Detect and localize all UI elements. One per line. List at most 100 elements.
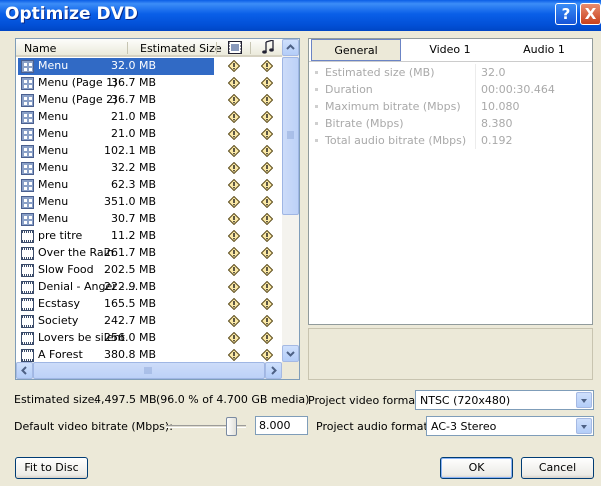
- tab-label: Video 1: [429, 43, 471, 56]
- scroll-thumb[interactable]: [282, 57, 299, 215]
- divider: [475, 64, 476, 81]
- movie-icon: [21, 264, 34, 277]
- warning-icon[interactable]: [228, 94, 240, 106]
- close-button[interactable]: X: [580, 3, 601, 25]
- warning-icon[interactable]: [228, 162, 240, 174]
- warning-icon[interactable]: [261, 281, 273, 293]
- fit-to-disc-button[interactable]: Fit to Disc: [15, 457, 88, 479]
- item-name: Menu: [38, 178, 69, 191]
- property-row: Bitrate (Mbps) 8.380: [311, 115, 592, 132]
- property-grid: Estimated size (MB) 32.0 Duration 00:00:30…: [311, 64, 592, 149]
- warning-icon[interactable]: [261, 349, 273, 361]
- list-item[interactable]: Menu (Page 1) 36.7 MB: [16, 75, 282, 92]
- list-item[interactable]: Menu 351.0 MB: [16, 194, 282, 211]
- item-name: A Forest: [38, 348, 83, 361]
- audio-format-dropdown[interactable]: AC-3 Stereo: [426, 416, 594, 436]
- list-item[interactable]: pre titre 11.2 MB: [16, 228, 282, 245]
- warning-icon[interactable]: [228, 179, 240, 191]
- column-divider[interactable]: [216, 42, 217, 54]
- warning-icon[interactable]: [228, 247, 240, 259]
- warning-icon[interactable]: [261, 315, 273, 327]
- list-item[interactable]: Society 242.7 MB: [16, 313, 282, 330]
- property-label: Estimated size (MB): [325, 66, 435, 79]
- chevron-down-icon[interactable]: [576, 418, 592, 434]
- horizontal-scrollbar[interactable]: [16, 362, 282, 379]
- close-icon: X: [584, 5, 597, 23]
- warning-icon[interactable]: [261, 77, 273, 89]
- warning-icon[interactable]: [261, 230, 273, 242]
- warning-icon[interactable]: [261, 247, 273, 259]
- list-item[interactable]: Menu 102.1 MB: [16, 143, 282, 160]
- warning-icon[interactable]: [228, 349, 240, 361]
- bitrate-slider-thumb[interactable]: [226, 417, 237, 436]
- warning-icon[interactable]: [261, 162, 273, 174]
- column-divider[interactable]: [127, 42, 128, 54]
- warning-icon[interactable]: [261, 213, 273, 225]
- list-item[interactable]: Ecstasy 165.5 MB: [16, 296, 282, 313]
- warning-icon[interactable]: [261, 128, 273, 140]
- tab-general[interactable]: General: [311, 39, 401, 61]
- warning-icon[interactable]: [228, 298, 240, 310]
- help-button[interactable]: ?: [555, 3, 577, 25]
- item-list[interactable]: Name Estimated Size Menu 32.0 MB Menu (Pag…: [15, 38, 300, 380]
- column-divider[interactable]: [250, 42, 251, 54]
- warning-icon[interactable]: [261, 60, 273, 72]
- warning-icon[interactable]: [228, 315, 240, 327]
- warning-icon[interactable]: [261, 145, 273, 157]
- music-note-icon[interactable]: [262, 39, 274, 57]
- list-item[interactable]: Menu 62.3 MB: [16, 177, 282, 194]
- film-icon[interactable]: [228, 41, 242, 57]
- ok-button[interactable]: OK: [440, 457, 513, 479]
- bitrate-input[interactable]: 8.000: [255, 416, 308, 435]
- list-item[interactable]: Menu 32.0 MB: [16, 58, 282, 75]
- movie-icon: [21, 332, 34, 345]
- item-name: Menu: [38, 195, 69, 208]
- warning-icon[interactable]: [261, 264, 273, 276]
- warning-icon[interactable]: [228, 60, 240, 72]
- warning-icon[interactable]: [228, 264, 240, 276]
- column-header-size[interactable]: Estimated Size: [140, 42, 222, 55]
- tab-video-1[interactable]: Video 1: [405, 39, 495, 61]
- list-item[interactable]: Slow Food 202.5 MB: [16, 262, 282, 279]
- list-item[interactable]: Menu 32.2 MB: [16, 160, 282, 177]
- warning-icon[interactable]: [261, 332, 273, 344]
- scroll-up-button[interactable]: [282, 39, 299, 56]
- list-item[interactable]: Menu 30.7 MB: [16, 211, 282, 228]
- warning-icon[interactable]: [228, 77, 240, 89]
- scroll-down-button[interactable]: [282, 345, 299, 362]
- warning-icon[interactable]: [228, 332, 240, 344]
- warning-icon[interactable]: [228, 230, 240, 242]
- scroll-right-button[interactable]: [265, 362, 282, 379]
- list-item[interactable]: Lovers be silent 256.0 MB: [16, 330, 282, 347]
- description-panel: [308, 328, 593, 380]
- warning-icon[interactable]: [261, 94, 273, 106]
- list-item[interactable]: Menu 21.0 MB: [16, 126, 282, 143]
- warning-icon[interactable]: [228, 196, 240, 208]
- warning-icon[interactable]: [261, 196, 273, 208]
- warning-icon[interactable]: [228, 213, 240, 225]
- warning-icon[interactable]: [261, 111, 273, 123]
- warning-icon[interactable]: [261, 298, 273, 310]
- grip-icon: [287, 131, 294, 139]
- item-name: Society: [38, 314, 79, 327]
- scroll-thumb[interactable]: [33, 362, 265, 379]
- warning-icon[interactable]: [228, 128, 240, 140]
- list-item[interactable]: Denial - Anger - ... 222.9 MB: [16, 279, 282, 296]
- vertical-scrollbar[interactable]: [282, 39, 299, 362]
- warning-icon[interactable]: [228, 281, 240, 293]
- warning-icon[interactable]: [228, 145, 240, 157]
- column-header-name[interactable]: Name: [24, 42, 56, 55]
- menu-icon: [21, 60, 34, 73]
- list-item[interactable]: Menu 21.0 MB: [16, 109, 282, 126]
- list-item[interactable]: Over the Rain 261.7 MB: [16, 245, 282, 262]
- tab-audio-1[interactable]: Audio 1: [499, 39, 589, 61]
- list-item[interactable]: Menu (Page 2) 36.7 MB: [16, 92, 282, 109]
- scroll-left-button[interactable]: [16, 362, 33, 379]
- menu-icon: [21, 213, 34, 226]
- property-label: Maximum bitrate (Mbps): [325, 100, 461, 113]
- warning-icon[interactable]: [261, 179, 273, 191]
- warning-icon[interactable]: [228, 111, 240, 123]
- cancel-button[interactable]: Cancel: [521, 457, 594, 479]
- chevron-down-icon[interactable]: [576, 392, 592, 408]
- video-format-dropdown[interactable]: NTSC (720x480): [415, 390, 594, 410]
